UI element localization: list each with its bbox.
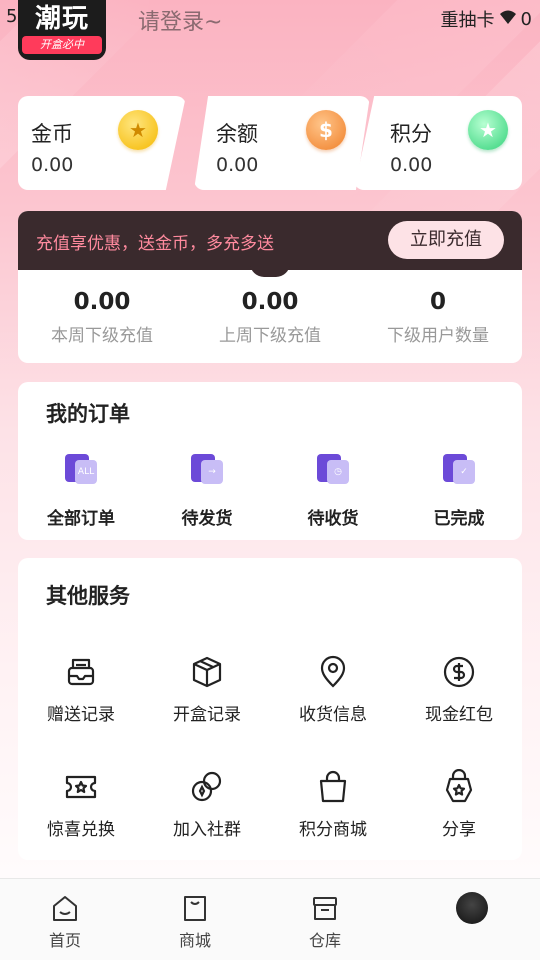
stat-value: 0.00: [73, 289, 131, 315]
recharge-panel: 充值享优惠，送金币，多充多送 立即充值 0.00 本周下级充值 0.00 上周下…: [18, 211, 522, 363]
order-label: 全部订单: [47, 509, 115, 529]
balance-label: 积分: [390, 122, 432, 146]
order-status-row: ALL 全部订单 → 待发货 ◷ 待收货 ✓ 已完成: [18, 450, 522, 529]
balance-value: 0.00: [31, 154, 74, 176]
app-logo[interactable]: 潮玩 开盒必中: [18, 0, 106, 60]
nav-home[interactable]: 首页: [0, 879, 130, 960]
to-ship-button[interactable]: → 待发货: [144, 450, 270, 529]
recharge-now-button[interactable]: 立即充值: [388, 221, 504, 259]
order-label: 已完成: [433, 509, 485, 529]
community-icon: [191, 771, 222, 802]
warehouse-icon: [313, 897, 337, 920]
nav-label: 仓库: [308, 931, 341, 950]
login-prompt[interactable]: 请登录~: [138, 4, 222, 36]
completed-icon: ✓: [439, 450, 479, 490]
orders-title: 我的订单: [46, 402, 130, 426]
services-title: 其他服务: [46, 584, 130, 608]
my-orders-panel: 我的订单 ALL 全部订单 → 待发货 ◷ 待收货 ✓ 已完成: [18, 382, 522, 540]
service-label: 赠送记录: [47, 705, 115, 725]
service-cash-envelope[interactable]: 现金红包: [396, 654, 522, 725]
services-grid: 赠送记录 开盒记录 收货信息 现金红包 惊喜兑换 加入社群 积分商城 分享: [18, 654, 522, 840]
balance-value: 0.00: [216, 154, 259, 176]
stat-this-week: 0.00 本周下级充值: [18, 289, 186, 346]
service-label: 加入社群: [173, 820, 241, 840]
recharge-promo-text: 充值享优惠，送金币，多充多送: [36, 234, 274, 254]
dollar-coin-icon: $: [306, 110, 346, 150]
nav-label: 首页: [48, 931, 81, 950]
stat-last-week: 0.00 上周下级充值: [186, 289, 354, 346]
stat-sub-users: 0 下级用户数量: [354, 289, 522, 346]
wifi-icon: [499, 9, 517, 30]
service-label: 分享: [442, 820, 476, 840]
top-bar: 5 潮玩 开盒必中 请登录~ 重抽卡 0: [0, 0, 540, 60]
to-receive-button[interactable]: ◷ 待收货: [270, 450, 396, 529]
home-icon: [53, 896, 77, 921]
logo-tagline: 开盒必中: [22, 36, 102, 54]
balance-label: 金币: [31, 122, 73, 146]
stat-label: 上周下级充值: [219, 326, 321, 346]
green-star-coin-icon: ★: [468, 110, 508, 150]
service-label: 惊喜兑换: [47, 820, 115, 840]
service-label: 开盒记录: [173, 705, 241, 725]
to-receive-icon: ◷: [313, 450, 353, 490]
points-card[interactable]: 积分 0.00 ★: [354, 96, 522, 190]
all-orders-icon: ALL: [61, 450, 101, 490]
order-label: 待发货: [181, 509, 233, 529]
balance-value: 0.00: [390, 154, 433, 176]
status-right: 重抽卡 0: [441, 6, 532, 32]
balance-cards: 金币 0.00 ★ 余额 0.00 $ 积分 0.00 ★: [18, 96, 522, 192]
nav-label: 商城: [178, 931, 211, 950]
status-time-text: 5: [6, 6, 18, 27]
completed-button[interactable]: ✓ 已完成: [396, 450, 522, 529]
bottom-nav: 首页 商城 仓库: [0, 878, 540, 960]
stat-label: 下级用户数量: [387, 326, 489, 346]
mall-icon: [184, 896, 206, 921]
service-points-mall[interactable]: 积分商城: [270, 769, 396, 840]
share-icon: [445, 769, 473, 803]
carrier-text: 重抽卡: [440, 10, 495, 31]
stat-label: 本周下级充值: [51, 326, 153, 346]
service-box-record[interactable]: 开盒记录: [144, 654, 270, 725]
logo-text: 潮玩: [34, 4, 89, 34]
box-record-icon: [192, 656, 222, 688]
star-coin-icon: ★: [118, 110, 158, 150]
balance-card[interactable]: 余额 0.00 $: [194, 96, 370, 190]
shopping-bag-icon: [319, 770, 347, 803]
service-surprise-exchange[interactable]: 惊喜兑换: [18, 769, 144, 840]
banner-notch: [250, 263, 290, 277]
avatar[interactable]: [456, 892, 488, 924]
location-icon: [320, 655, 346, 688]
service-shipping-info[interactable]: 收货信息: [270, 654, 396, 725]
to-ship-icon: →: [187, 450, 227, 490]
other-services-panel: 其他服务 赠送记录 开盒记录 收货信息 现金红包 惊喜兑换 加入社群 积分商城: [18, 558, 522, 860]
nav-mall[interactable]: 商城: [130, 879, 260, 960]
service-share[interactable]: 分享: [396, 769, 522, 840]
signal-text: 0: [520, 8, 532, 30]
order-label: 待收货: [307, 509, 359, 529]
stat-value: 0.00: [241, 289, 299, 315]
service-label: 积分商城: [299, 820, 367, 840]
service-gift-record[interactable]: 赠送记录: [18, 654, 144, 725]
balance-label: 余额: [216, 122, 258, 146]
all-orders-button[interactable]: ALL 全部订单: [18, 450, 144, 529]
nav-warehouse[interactable]: 仓库: [260, 879, 390, 960]
stat-value: 0: [429, 289, 446, 315]
service-label: 收货信息: [299, 705, 367, 725]
ticket-icon: [65, 775, 97, 799]
cash-envelope-icon: [443, 656, 475, 688]
status-time: 5: [6, 6, 17, 27]
gift-record-icon: [67, 658, 95, 686]
service-label: 现金红包: [425, 705, 493, 725]
recharge-stats: 0.00 本周下级充值 0.00 上周下级充值 0 下级用户数量: [18, 289, 522, 346]
service-join-community[interactable]: 加入社群: [144, 769, 270, 840]
gold-coin-card[interactable]: 金币 0.00 ★: [18, 96, 186, 190]
